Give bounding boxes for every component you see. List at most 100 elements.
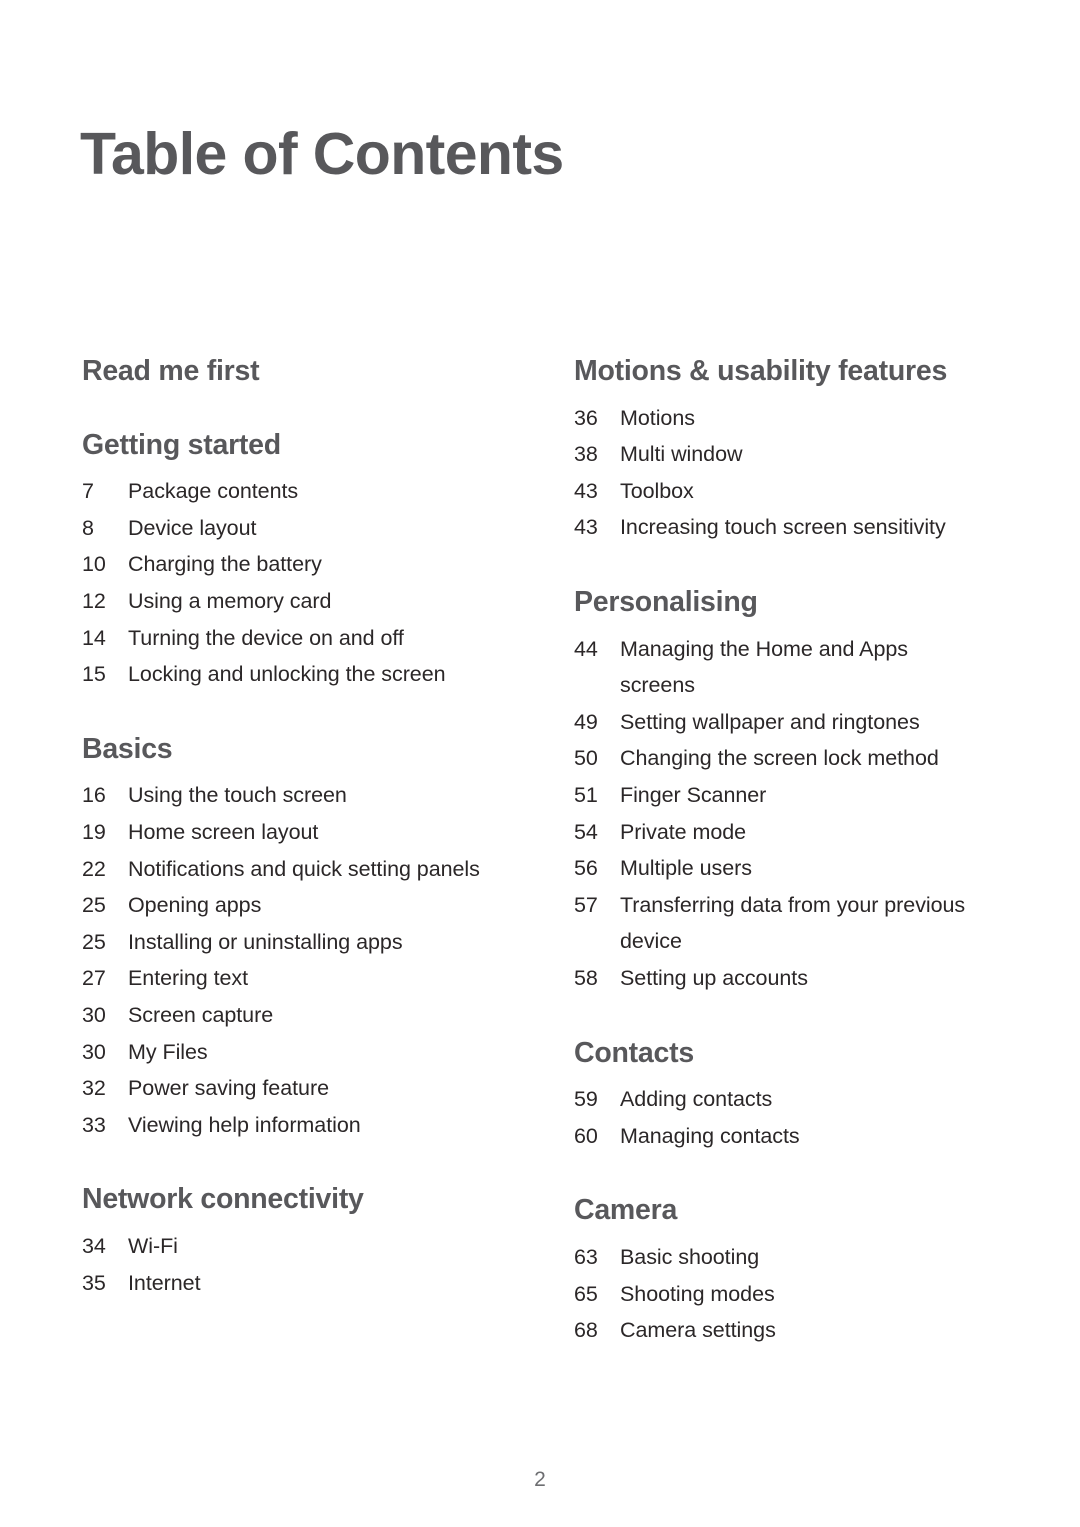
toc-column-left: Read me first Getting started 7 Package con… [0,355,490,1301]
toc-entry-title: Power saving feature [128,1076,329,1101]
toc-entry[interactable]: 30 My Files [82,1034,482,1071]
toc-entry-list: 36 Motions 38 Multi window 43 Toolbox 43 Increa… [574,400,970,546]
toc-entry[interactable]: 30 Screen capture [82,997,482,1034]
toc-entry[interactable]: 25 Installing or uninstalling apps [82,924,482,961]
toc-entry-title: Notifications and quick setting panels [128,856,480,881]
toc-entry-page-number: 8 [82,515,94,540]
toc-entry[interactable]: 51 Finger Scanner [574,777,970,814]
section-heading-network-connectivity[interactable]: Network connectivity [82,1183,482,1217]
toc-entry[interactable]: 54 Private mode [574,814,970,851]
toc-entry-page-number: 34 [82,1234,106,1258]
page-number: 2 [534,1468,546,1491]
toc-entry-page-number: 10 [82,552,106,577]
toc-entry[interactable]: 57 Transferring data from your previous d… [574,887,970,960]
toc-entry-title: Charging the battery [128,552,322,577]
toc-entry-title: Adding contacts [620,1087,773,1112]
toc-entry[interactable]: 8 Device layout [82,510,482,547]
toc-entry[interactable]: 49 Setting wallpaper and ringtones [574,704,970,741]
toc-entry[interactable]: 59 Adding contacts [574,1081,970,1118]
toc-columns: Read me first Getting started 7 Package con… [0,355,1080,1349]
toc-entry-title: Setting wallpaper and ringtones [620,709,920,734]
toc-entry[interactable]: 7 Package contents [82,473,482,510]
toc-entry-page-number: 27 [82,966,106,991]
toc-entry[interactable]: 12 Using a memory card [82,583,482,620]
toc-entry-page-number: 54 [574,819,598,844]
toc-entry[interactable]: 56 Multiple users [574,850,970,887]
toc-entry[interactable]: 34 Wi-Fi [82,1228,482,1265]
toc-entry[interactable]: 15 Locking and unlocking the screen [82,656,482,693]
toc-entry-page-number: 68 [574,1318,598,1343]
toc-entry-title: Using a memory card [128,589,332,614]
toc-entry-page-number: 57 [574,892,598,917]
toc-entry-title: Changing the screen lock method [620,746,939,771]
toc-section-motions-usability-features: Motions & usability features 36 Motions 38 M… [574,355,970,546]
toc-entry[interactable]: 36 Motions [574,400,970,437]
toc-entry[interactable]: 33 Viewing help information [82,1107,482,1144]
toc-entry[interactable]: 38 Multi window [574,436,970,473]
section-heading-basics[interactable]: Basics [82,733,482,767]
page-title: Table of Contents [80,121,564,187]
toc-entry[interactable]: 16 Using the touch screen [82,777,482,814]
section-heading-contacts[interactable]: Contacts [574,1037,970,1071]
toc-entry-page-number: 49 [574,709,598,734]
toc-entry-title: Opening apps [128,893,262,918]
toc-entry-page-number: 19 [82,820,106,845]
toc-entry-page-number: 32 [82,1076,106,1101]
toc-entry-page-number: 25 [82,929,106,954]
toc-entry[interactable]: 58 Setting up accounts [574,960,970,997]
toc-entry[interactable]: 43 Increasing touch screen sensitivity [574,509,970,546]
toc-entry-page-number: 58 [574,965,598,990]
toc-entry-page-number: 35 [82,1270,106,1295]
toc-entry[interactable]: 68 Camera settings [574,1312,970,1349]
toc-entry[interactable]: 32 Power saving feature [82,1070,482,1107]
toc-section-personalising: Personalising 44 Managing the Home and App… [574,586,970,997]
toc-section-camera: Camera 63 Basic shooting 65 Shooting modes 68… [574,1194,970,1348]
toc-entry-title: Turning the device on and off [128,625,404,650]
toc-entry-list: 34 Wi-Fi 35 Internet [82,1228,482,1301]
section-heading-getting-started[interactable]: Getting started [82,429,482,463]
section-heading-camera[interactable]: Camera [574,1194,970,1228]
toc-entry-page-number: 56 [574,856,598,881]
toc-entry-page-number: 30 [82,1039,106,1064]
section-heading-motions-usability-features[interactable]: Motions & usability features [574,355,970,389]
toc-entry[interactable]: 65 Shooting modes [574,1276,970,1313]
toc-entry-page-number: 7 [82,479,94,504]
toc-entry-page-number: 50 [574,746,598,771]
toc-entry-page-number: 14 [82,625,106,650]
toc-entry-page-number: 16 [82,783,106,808]
toc-entry-page-number: 15 [82,662,106,687]
toc-entry-title: Managing the Home and Apps screens [620,636,908,698]
toc-entry-title: Installing or uninstalling apps [128,929,403,954]
toc-entry-page-number: 33 [82,1112,106,1137]
toc-entry[interactable]: 10 Charging the battery [82,546,482,583]
section-heading-read-me-first[interactable]: Read me first [82,355,482,389]
toc-entry-page-number: 44 [574,636,598,661]
toc-entry-title: Managing contacts [620,1123,800,1148]
toc-entry-title: Entering text [128,966,249,991]
toc-entry[interactable]: 43 Toolbox [574,473,970,510]
toc-entry[interactable]: 60 Managing contacts [574,1118,970,1155]
toc-entry[interactable]: 27 Entering text [82,960,482,997]
toc-entry-page-number: 65 [574,1281,598,1306]
toc-entry-list: 59 Adding contacts 60 Managing contacts [574,1081,970,1154]
toc-section-basics: Basics 16 Using the touch screen 19 Home scr… [82,733,482,1144]
toc-entry[interactable]: 35 Internet [82,1265,482,1302]
toc-entry[interactable]: 19 Home screen layout [82,814,482,851]
toc-entry-page-number: 43 [574,478,598,503]
toc-entry-title: Finger Scanner [620,783,767,807]
toc-entry-list: 44 Managing the Home and Apps screens 49 Se… [574,631,970,997]
toc-entry[interactable]: 50 Changing the screen lock method [574,740,970,777]
toc-entry-title: Home screen layout [128,820,319,845]
toc-entry[interactable]: 63 Basic shooting [574,1239,970,1276]
toc-section-network-connectivity: Network connectivity 34 Wi-Fi 35 Internet [82,1183,482,1301]
toc-entry[interactable]: 22 Notifications and quick setting panels [82,851,482,888]
toc-entry[interactable]: 44 Managing the Home and Apps screens [574,631,970,704]
toc-entry-page-number: 12 [82,589,106,614]
toc-entry-title: Increasing touch screen sensitivity [620,515,946,540]
toc-entry[interactable]: 14 Turning the device on and off [82,620,482,657]
toc-entry-title: Transferring data from your previous dev… [620,892,966,954]
toc-entry-title: Package contents [128,479,299,504]
section-heading-personalising[interactable]: Personalising [574,586,970,620]
toc-entry[interactable]: 25 Opening apps [82,887,482,924]
toc-entry-page-number: 25 [82,893,106,918]
